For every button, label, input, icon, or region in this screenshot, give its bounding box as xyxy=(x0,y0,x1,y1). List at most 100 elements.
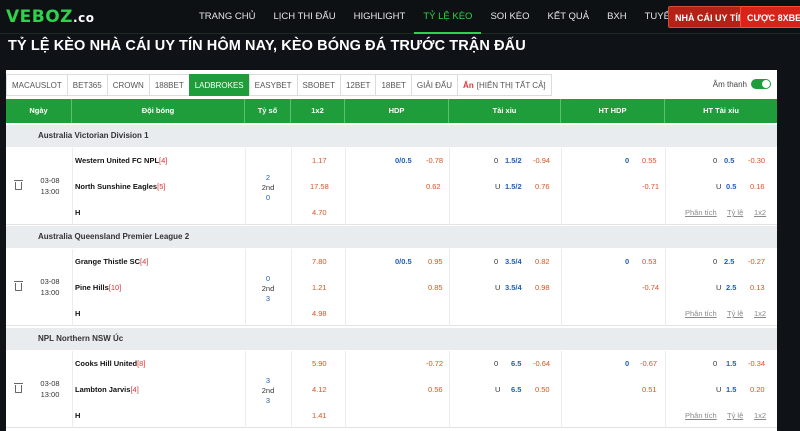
header-1x2: 1x2 xyxy=(291,99,345,123)
odd-1x2-home[interactable]: 5.90 xyxy=(312,359,327,368)
hdp-line: 0/0.5 xyxy=(395,257,412,266)
1x2-link[interactable]: 1x2 xyxy=(754,411,766,420)
tx-handicap-over: 0 xyxy=(494,257,499,266)
tx-handicap-over: 0 xyxy=(494,156,499,165)
nha-cai-uy-tin-button[interactable]: NHÀ CÁI UY TÍN xyxy=(668,6,752,28)
hdp-odd-away[interactable]: 0.56 xyxy=(428,385,443,394)
cuoc-8xbet-button[interactable]: CƯỢC 8XBET xyxy=(740,6,800,28)
hthdp-odd-away[interactable]: 0.51 xyxy=(642,385,657,394)
tx-odd-over[interactable]: -0.64 xyxy=(533,359,550,368)
httx-odd-under[interactable]: 0.16 xyxy=(750,182,765,191)
draw-label: H xyxy=(75,309,81,318)
home-team[interactable]: Grange Thistle SC[4] xyxy=(75,257,148,266)
filter-toggle[interactable]: Ẩn [HIỂN THỊ TẤT CẢ] xyxy=(457,74,552,96)
tab-easybet[interactable]: EASYBET xyxy=(248,74,297,96)
odd-1x2-away[interactable]: 17.58 xyxy=(310,182,329,191)
odd-1x2-away[interactable]: 1.21 xyxy=(312,283,327,292)
odd-1x2-draw[interactable]: 4.98 xyxy=(312,309,327,318)
odd-1x2-away[interactable]: 4.12 xyxy=(312,385,327,394)
site-logo[interactable]: VEBOZ.co xyxy=(6,7,94,27)
phan-tich-link[interactable]: Phân tích xyxy=(685,411,717,420)
nav-trang-chu[interactable]: TRANG CHỦ xyxy=(190,0,264,34)
hthdp-odd-home[interactable]: 0.53 xyxy=(642,257,657,266)
httx-odd-over[interactable]: -0.34 xyxy=(748,359,765,368)
httx-line-over: 0.5 xyxy=(724,156,735,165)
tx-odd-under[interactable]: 0.76 xyxy=(535,182,550,191)
sound-toggle[interactable] xyxy=(751,79,771,89)
httx-odd-over[interactable]: -0.30 xyxy=(748,156,765,165)
hdp-odd-home[interactable]: -0.72 xyxy=(426,359,443,368)
home-team[interactable]: Western United FC NPL[4] xyxy=(75,156,167,165)
hthdp-odd-away[interactable]: -0.74 xyxy=(642,283,659,292)
hdp-odd-away[interactable]: 0.85 xyxy=(428,283,443,292)
logo-text: VEBOZ xyxy=(6,7,74,27)
httx-line-over: 2.5 xyxy=(724,257,735,266)
tab-18bet[interactable]: 18BET xyxy=(375,74,411,96)
tx-line-under: 3.5/4 xyxy=(505,283,522,292)
logo-suffix: .co xyxy=(73,11,95,25)
1x2-link[interactable]: 1x2 xyxy=(754,309,766,318)
tx-odd-over[interactable]: 0.82 xyxy=(535,257,550,266)
odd-1x2-home[interactable]: 7.80 xyxy=(312,257,327,266)
tab-crown[interactable]: CROWN xyxy=(106,74,149,96)
header-hdp: HDP xyxy=(345,99,449,123)
1x2-link[interactable]: 1x2 xyxy=(754,208,766,217)
nav-highlight[interactable]: HIGHLIGHT xyxy=(345,0,415,34)
header-ngay: Ngày xyxy=(6,99,72,123)
hthdp-odd-home[interactable]: -0.67 xyxy=(640,359,657,368)
tab-ladbrokes[interactable]: LADBROKES xyxy=(188,74,249,96)
tx-handicap-under: U xyxy=(495,385,501,394)
live-score: 0 2nd 3 xyxy=(261,274,275,303)
main-nav: TRANG CHỦ LỊCH THI ĐẤU HIGHLIGHT TỶ LỆ K… xyxy=(190,0,716,34)
ty-le-link[interactable]: Tỷ lệ xyxy=(727,208,743,217)
phan-tich-link[interactable]: Phân tích xyxy=(685,309,717,318)
hthdp-line: 0 xyxy=(625,257,630,266)
hdp-odd-home[interactable]: 0.95 xyxy=(428,257,443,266)
tab-12bet[interactable]: 12BET xyxy=(339,74,376,96)
home-team[interactable]: Cooks Hill United[8] xyxy=(75,359,145,368)
header-tai-xiu: Tài xỉu xyxy=(449,99,561,123)
httx-line-over: 1.5 xyxy=(726,359,737,368)
tab-sbobet[interactable]: SBOBET xyxy=(296,74,340,96)
trash-icon[interactable] xyxy=(14,281,23,291)
httx-odd-under[interactable]: 0.20 xyxy=(750,385,765,394)
nav-soi-keo[interactable]: SOI KÈO xyxy=(481,0,538,34)
nav-ket-qua[interactable]: KẾT QUẢ xyxy=(539,0,599,34)
nav-ty-le-keo[interactable]: TỶ LỆ KÈO xyxy=(414,0,482,34)
ty-le-link[interactable]: Tỷ lệ xyxy=(727,309,743,318)
tab-188bet[interactable]: 188BET xyxy=(148,74,189,96)
hdp-odd-home[interactable]: -0.78 xyxy=(426,156,443,165)
tab-bet365[interactable]: BET365 xyxy=(66,74,107,96)
httx-handicap-under: U xyxy=(716,385,722,394)
tab-macauslot[interactable]: MACAUSLOT xyxy=(6,74,67,96)
ty-le-link[interactable]: Tỷ lệ xyxy=(727,411,743,420)
show-all-label: [HIỂN THỊ TẤT CẢ] xyxy=(476,81,546,90)
table-header: Ngày Đội bóng Tỷ số 1x2 HDP Tài xỉu HT H… xyxy=(6,99,777,123)
away-team[interactable]: Lambton Jarvis[4] xyxy=(75,385,139,394)
httx-odd-under[interactable]: 0.13 xyxy=(750,283,765,292)
httx-line-under: 1.5 xyxy=(726,385,737,394)
phan-tich-link[interactable]: Phân tích xyxy=(685,208,717,217)
odd-1x2-draw[interactable]: 1.41 xyxy=(312,411,327,420)
odd-1x2-home[interactable]: 1.17 xyxy=(312,156,327,165)
away-team[interactable]: North Sunshine Eagles[5] xyxy=(75,182,165,191)
draw-label: H xyxy=(75,208,81,217)
hdp-odd-away[interactable]: 0.62 xyxy=(426,182,441,191)
header-doi-bong: Đội bóng xyxy=(72,99,245,123)
hthdp-odd-home[interactable]: 0.55 xyxy=(642,156,657,165)
tx-odd-under[interactable]: 0.50 xyxy=(535,385,550,394)
header-ht-tai-xiu: HT Tài xỉu xyxy=(703,106,739,115)
away-team[interactable]: Pine Hills[10] xyxy=(75,283,121,292)
hthdp-odd-away[interactable]: -0.71 xyxy=(642,182,659,191)
odd-1x2-draw[interactable]: 4.70 xyxy=(312,208,327,217)
trash-icon[interactable] xyxy=(14,180,23,190)
httx-handicap-under: U xyxy=(716,182,722,191)
odds-panel: MACAUSLOT BET365 CROWN 188BET LADBROKES … xyxy=(6,70,777,431)
nav-bxh[interactable]: BXH xyxy=(598,0,636,34)
tx-odd-over[interactable]: -0.94 xyxy=(533,156,550,165)
tx-odd-under[interactable]: 0.98 xyxy=(535,283,550,292)
trash-icon[interactable] xyxy=(14,383,23,393)
tab-giai-dau[interactable]: GIẢI ĐẤU xyxy=(410,74,458,96)
nav-lich-thi-dau[interactable]: LỊCH THI ĐẤU xyxy=(264,0,344,34)
httx-odd-over[interactable]: -0.27 xyxy=(748,257,765,266)
